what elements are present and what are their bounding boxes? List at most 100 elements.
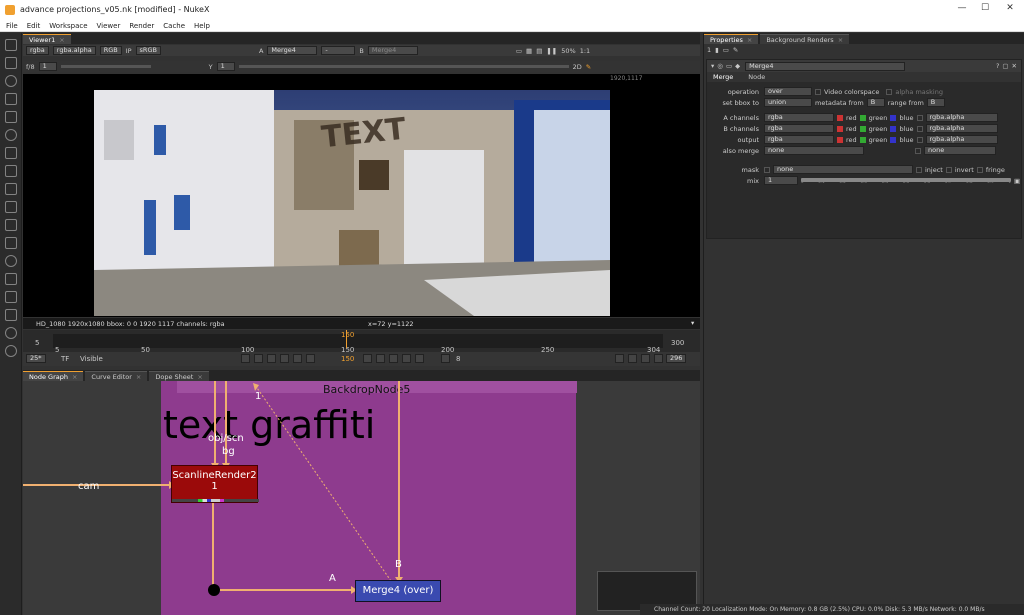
composite-mode-dropdown[interactable]: -	[321, 46, 356, 55]
a-alpha-dropdown[interactable]: rgba.alpha	[925, 113, 998, 122]
fstop-value[interactable]: f/8	[26, 63, 35, 71]
tab-merge[interactable]: Merge	[707, 73, 739, 81]
visible-dropdown[interactable]: Visible	[80, 355, 103, 363]
next-increment-icon[interactable]	[389, 354, 398, 363]
a-alpha-checkbox[interactable]	[916, 114, 923, 121]
ip-toggle[interactable]: IP	[126, 47, 132, 55]
inject-checkbox[interactable]	[916, 166, 922, 173]
particles-tool-icon[interactable]	[5, 255, 17, 267]
a-green-checkbox[interactable]	[859, 114, 866, 121]
skip-icon[interactable]	[441, 354, 450, 363]
tf-toggle[interactable]: TF	[61, 355, 69, 363]
metadata-tool-icon[interactable]	[5, 237, 17, 249]
next-keyframe-icon[interactable]	[402, 354, 411, 363]
range-dropdown[interactable]: B	[926, 98, 945, 107]
collapse-icon[interactable]: ▾	[711, 62, 714, 70]
operation-dropdown[interactable]: over	[764, 87, 812, 96]
toolsets-icon[interactable]	[5, 291, 17, 303]
tab-dope-sheet[interactable]: Dope Sheet ×	[149, 371, 209, 381]
paint-brush-icon[interactable]: ✎	[586, 63, 591, 71]
b-blue-checkbox[interactable]	[890, 125, 897, 132]
out-alpha-dropdown[interactable]: rgba.alpha	[925, 135, 998, 144]
viewer-icon[interactable]: ◆	[735, 62, 740, 70]
furnace-tool-icon[interactable]	[5, 327, 17, 339]
views-tool-icon[interactable]	[5, 219, 17, 231]
also-merge-checkbox[interactable]	[915, 147, 921, 154]
also-merge-2-dropdown[interactable]: none	[924, 146, 996, 155]
loop-icon[interactable]	[241, 354, 250, 363]
image-tool-icon[interactable]	[5, 39, 17, 51]
menu-help[interactable]: Help	[194, 22, 210, 30]
close-tab-icon[interactable]: ×	[747, 36, 752, 44]
b-red-checkbox[interactable]	[837, 125, 843, 132]
filter-tool-icon[interactable]	[5, 129, 17, 141]
a-blue-checkbox[interactable]	[890, 114, 897, 121]
maximize-button[interactable]: ☐	[975, 3, 995, 17]
video-colorspace-checkbox[interactable]	[815, 88, 821, 95]
timeline[interactable]: 5 5 50 100 150 200 250 304 150 300	[23, 330, 700, 354]
b-input-dropdown[interactable]: Merge4	[367, 46, 418, 55]
edit-panel-icon[interactable]: ✎	[733, 46, 738, 54]
out-red-checkbox[interactable]	[837, 136, 843, 143]
guides-icon[interactable]: ▤	[536, 47, 542, 55]
a-channels-dropdown[interactable]: rgba	[764, 113, 834, 122]
close-tab-icon[interactable]: ×	[72, 373, 77, 381]
info-expand-icon[interactable]: ▾	[691, 319, 694, 327]
time-tool-icon[interactable]	[5, 75, 17, 87]
bbox-dropdown[interactable]: union	[764, 98, 812, 107]
close-button[interactable]: ✕	[1000, 3, 1020, 17]
menu-cache[interactable]: Cache	[163, 22, 185, 30]
merge4-node[interactable]: Merge4 (over)	[355, 580, 441, 602]
tab-curve-editor[interactable]: Curve Editor ×	[85, 371, 148, 381]
end-frame-field[interactable]: 296	[666, 354, 687, 363]
menu-workspace[interactable]: Workspace	[49, 22, 87, 30]
close-properties-icon[interactable]: ✕	[1012, 62, 1017, 70]
panel-count[interactable]: 1	[707, 46, 711, 54]
3d-tool-icon[interactable]	[5, 201, 17, 213]
last-frame-icon[interactable]	[415, 354, 424, 363]
mask-checkbox[interactable]	[764, 166, 770, 173]
merge-tool-icon[interactable]	[5, 165, 17, 177]
tab-background-renders[interactable]: Background Renders ×	[760, 34, 850, 44]
float-panel-icon[interactable]: ▭	[723, 46, 729, 54]
node-color-icon[interactable]: ◎	[717, 62, 723, 70]
rgb-dropdown[interactable]: RGB	[99, 46, 122, 55]
frame-field[interactable]: 150	[341, 355, 354, 363]
lock-panel-icon[interactable]: ▮	[715, 46, 719, 54]
proxy-icon[interactable]: ▦	[526, 47, 532, 55]
deep-tool-icon[interactable]	[5, 273, 17, 285]
b-alpha-dropdown[interactable]: rgba.alpha	[925, 124, 998, 133]
close-tab-icon[interactable]: ×	[197, 373, 202, 381]
flipbook-icon[interactable]	[615, 354, 624, 363]
mix-slider[interactable]: 0 0.1 0.2 0.3 0.4 0.5 0.6 0.7 0.8 0.9 1	[801, 176, 1011, 185]
other-tool-icon[interactable]	[5, 309, 17, 321]
invert-checkbox[interactable]	[945, 166, 952, 173]
menu-edit[interactable]: Edit	[27, 22, 41, 30]
transform-tool-icon[interactable]	[5, 183, 17, 195]
play-forward-icon[interactable]	[363, 354, 372, 363]
scanlinerender2-node[interactable]: ScanlineRender2 1	[171, 465, 259, 503]
gain-field[interactable]: 1	[38, 62, 57, 71]
fringe-checkbox[interactable]	[976, 166, 983, 173]
node-graph[interactable]: BackdropNode5 text graffiti cam obj/scn …	[23, 381, 700, 615]
out-green-checkbox[interactable]	[859, 136, 866, 143]
out-alpha-checkbox[interactable]	[916, 136, 923, 143]
a-red-checkbox[interactable]	[837, 114, 843, 121]
tab-viewer1[interactable]: Viewer1 ×	[23, 34, 71, 44]
b-channels-dropdown[interactable]: rgba	[764, 124, 834, 133]
close-tab-icon[interactable]: ×	[838, 36, 843, 44]
fps-dropdown[interactable]: 25*	[26, 354, 46, 363]
increment-field[interactable]: 8	[456, 355, 460, 363]
out-blue-checkbox[interactable]	[890, 136, 897, 143]
prev-keyframe-icon[interactable]	[267, 354, 276, 363]
close-tab-icon[interactable]: ×	[59, 36, 64, 44]
a-input-dropdown[interactable]: Merge4	[267, 46, 318, 55]
output-dropdown[interactable]: rgba	[764, 135, 834, 144]
help-icon[interactable]: ?	[996, 62, 999, 70]
prev-frame-icon[interactable]	[293, 354, 302, 363]
mask-dropdown[interactable]: none	[773, 165, 913, 174]
alpha-dropdown[interactable]: rgba.alpha	[52, 46, 96, 55]
roi-icon[interactable]: ▭	[516, 47, 522, 55]
tab-node[interactable]: Node	[742, 73, 771, 81]
plugins-tool-icon[interactable]	[5, 345, 17, 357]
